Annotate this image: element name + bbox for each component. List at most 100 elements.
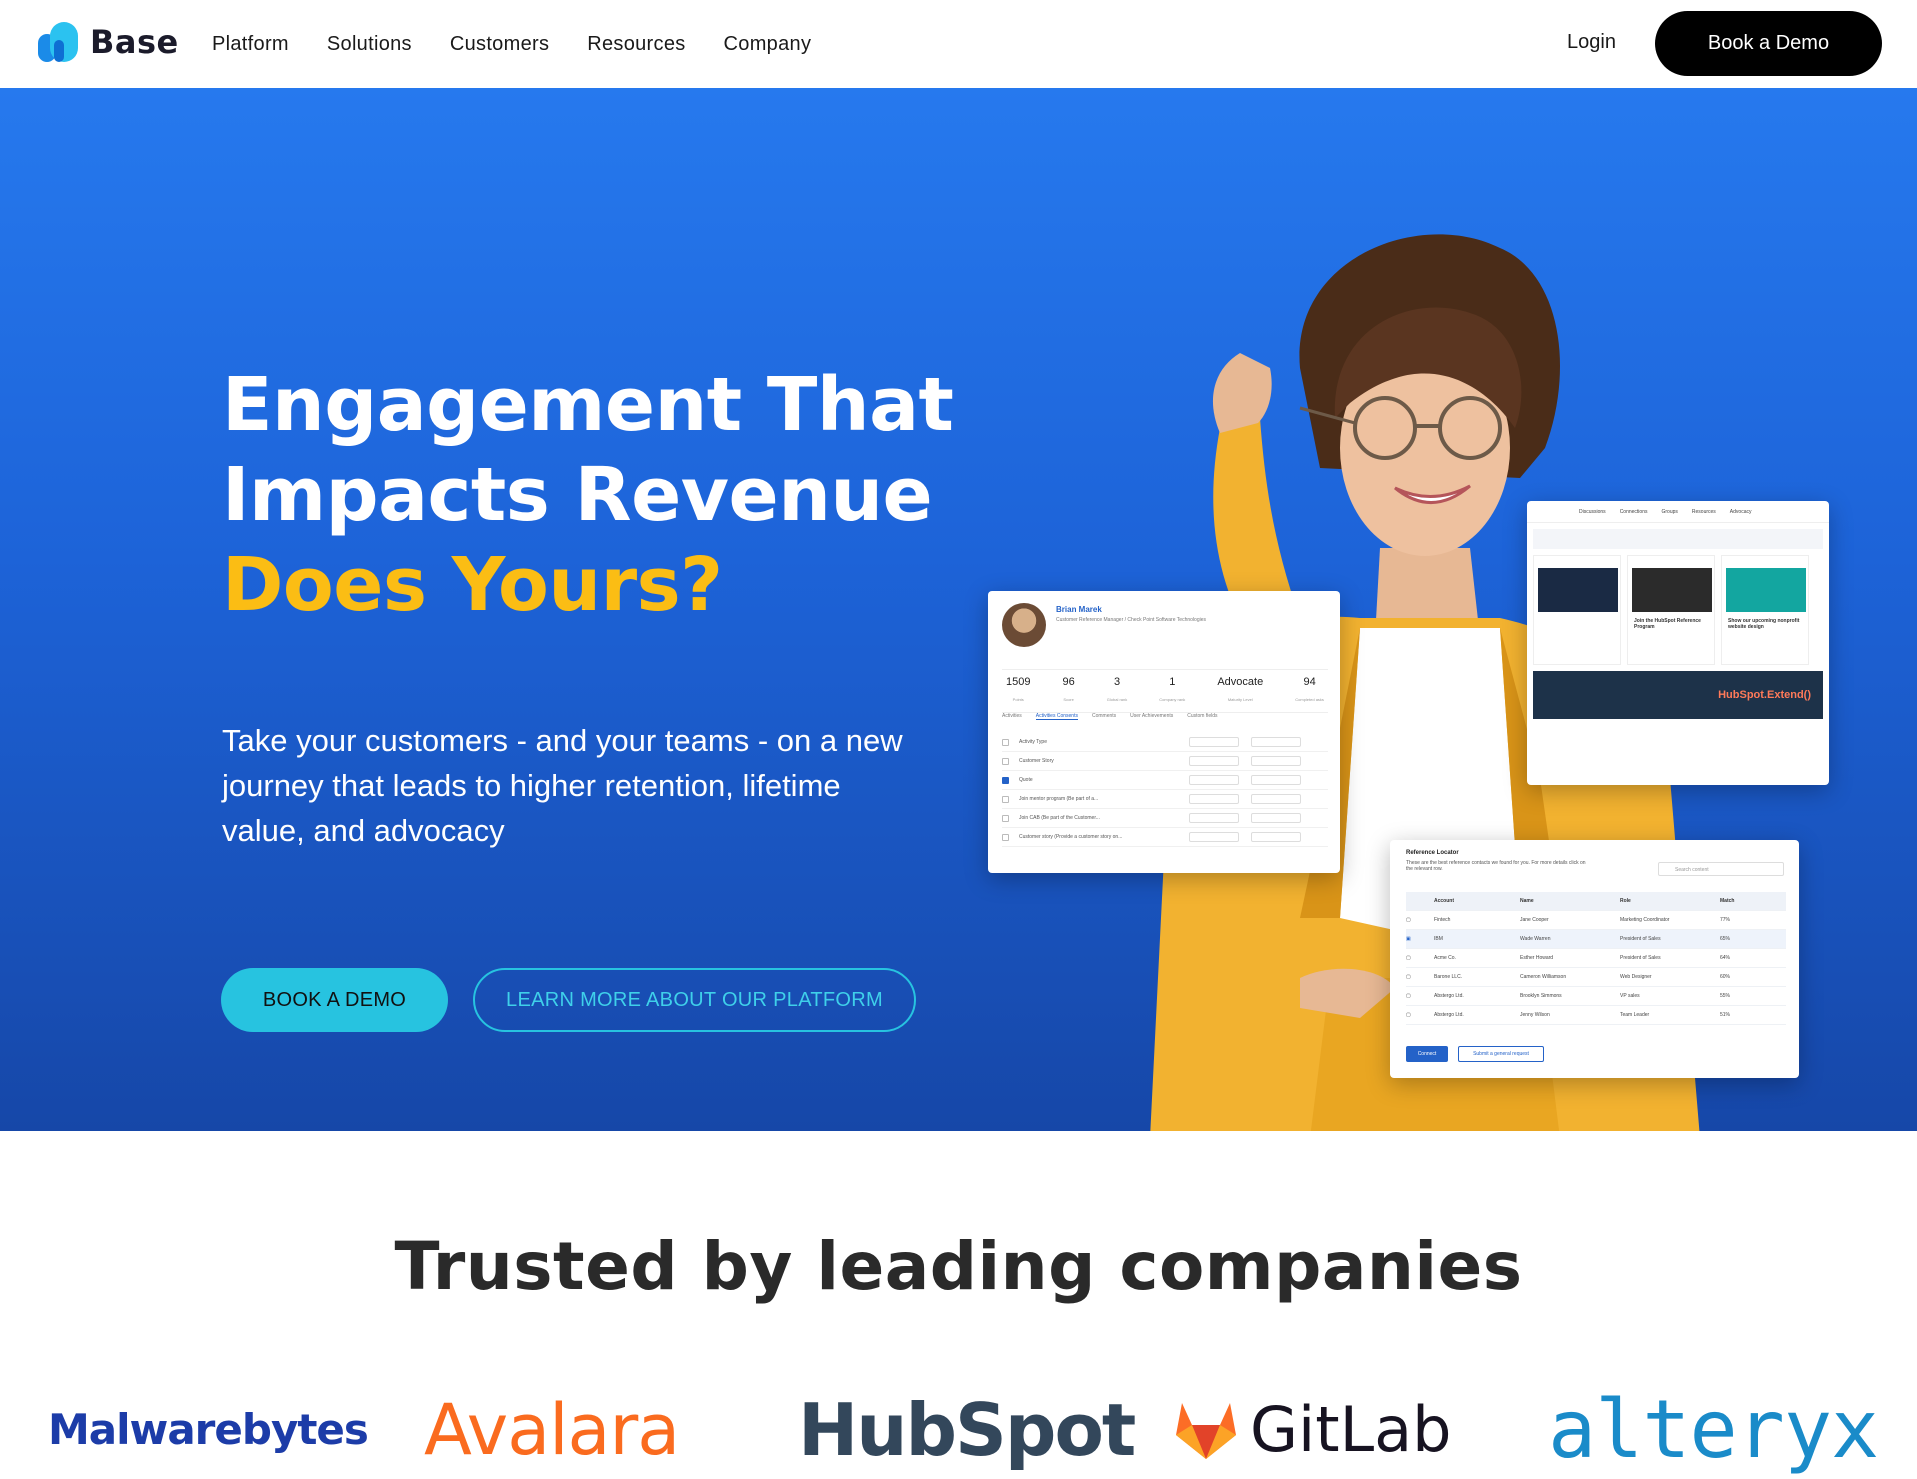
- frequency-select[interactable]: [1189, 832, 1239, 842]
- locator-search-input[interactable]: Search content: [1658, 862, 1784, 876]
- row-checkbox[interactable]: [1002, 757, 1009, 765]
- trusted-title: Trusted by leading companies: [394, 1228, 1523, 1305]
- nav-resources[interactable]: Resources: [587, 33, 685, 56]
- classification-select[interactable]: [1251, 737, 1301, 747]
- row-checkbox[interactable]: [1002, 738, 1009, 746]
- nav-company[interactable]: Company: [724, 33, 812, 56]
- tab-activities-consents[interactable]: Activities Consents: [1035, 713, 1078, 720]
- community-tile[interactable]: Show our upcoming nonprofit website desi…: [1721, 555, 1809, 665]
- col-match: Match: [1720, 898, 1735, 904]
- row-checkbox[interactable]: [1002, 795, 1009, 803]
- hero-book-demo-button[interactable]: BOOK A DEMO: [221, 968, 448, 1032]
- reference-locator-card: Reference Locator These are the best ref…: [1390, 840, 1799, 1078]
- table-row[interactable]: ▢ Fintech Jane Cooper Marketing Coordinator…: [1406, 911, 1786, 930]
- community-tile[interactable]: Join the HubSpot Reference Program: [1627, 555, 1715, 665]
- cell-match: 64%: [1720, 955, 1731, 961]
- malwarebytes-logo: Malwarebytes: [48, 1380, 369, 1479]
- table-row[interactable]: ▢ Barone LLC. Cameron Williamson Web Design…: [1406, 968, 1786, 987]
- cell-name: Cameron Williamson: [1520, 974, 1567, 980]
- community-menu-item[interactable]: Advocacy: [1730, 509, 1752, 515]
- connect-button[interactable]: Connect: [1406, 1046, 1448, 1062]
- classification-select[interactable]: [1251, 756, 1301, 766]
- tab-user-achievements[interactable]: User Achievements: [1130, 713, 1173, 720]
- community-menu-item[interactable]: Discussions: [1579, 509, 1606, 515]
- classification-select[interactable]: [1251, 813, 1301, 823]
- list-item[interactable]: Join CAB (Be part of the Customer...: [1002, 809, 1328, 828]
- cell-account: Abstergo Ltd.: [1434, 993, 1464, 999]
- list-item[interactable]: Customer Story: [1002, 752, 1328, 771]
- locator-title: Reference Locator: [1406, 850, 1459, 856]
- frequency-select[interactable]: [1189, 737, 1239, 747]
- hero-title-line2: Impacts Revenue: [222, 452, 933, 538]
- row-checkbox[interactable]: ▣: [1406, 936, 1420, 942]
- cell-match: 60%: [1720, 974, 1731, 980]
- cell-account: Fintech: [1434, 917, 1451, 923]
- nav-customers[interactable]: Customers: [450, 33, 549, 56]
- tab-activities[interactable]: Activities: [1002, 713, 1022, 720]
- learn-more-button[interactable]: LEARN MORE ABOUT OUR PLATFORM: [473, 968, 916, 1032]
- frequency-select[interactable]: [1189, 813, 1239, 823]
- extend-banner: HubSpot.Extend(): [1533, 671, 1823, 719]
- row-checkbox[interactable]: [1002, 833, 1009, 841]
- logo-text: Avalara: [424, 1388, 680, 1471]
- stat-value: 96: [1062, 676, 1075, 688]
- cell-role: VP sales: [1620, 993, 1640, 999]
- profile-preview-card: Brian Marek Customer Reference Manager /…: [988, 591, 1340, 873]
- classification-select[interactable]: [1251, 832, 1301, 842]
- table-row[interactable]: ▢ Abstergo Ltd. Brooklyn Simmons VP sales 55…: [1406, 987, 1786, 1006]
- nav-platform[interactable]: Platform: [212, 33, 289, 56]
- stat-value: 94: [1303, 676, 1316, 688]
- general-request-button[interactable]: Submit a general request: [1458, 1046, 1544, 1062]
- cell-name: Wade Warren: [1520, 936, 1551, 942]
- row-checkbox[interactable]: ▢: [1406, 917, 1420, 923]
- frequency-select[interactable]: [1189, 756, 1239, 766]
- row-checkbox[interactable]: ▢: [1406, 974, 1420, 980]
- row-checkbox[interactable]: ▢: [1406, 993, 1420, 999]
- tile-title: Join the HubSpot Reference Program: [1634, 618, 1701, 630]
- community-tile[interactable]: [1533, 555, 1621, 665]
- col-account: Account: [1434, 898, 1454, 904]
- book-demo-button[interactable]: Book a Demo: [1655, 11, 1882, 76]
- stat-value: Advocate: [1217, 676, 1264, 688]
- stat-item: 1509 Points: [1006, 676, 1030, 706]
- frequency-select[interactable]: [1189, 794, 1239, 804]
- list-item[interactable]: Activity Type: [1002, 733, 1328, 752]
- community-menu-item[interactable]: Resources: [1692, 509, 1716, 515]
- classification-select[interactable]: [1251, 794, 1301, 804]
- tab-comments[interactable]: Comments: [1092, 713, 1116, 720]
- list-item[interactable]: Quote: [1002, 771, 1328, 790]
- table-row[interactable]: ▢ Abstergo Ltd. Jenny Wilson Team Leader 51%: [1406, 1006, 1786, 1025]
- hero-title-accent: Does Yours?: [222, 542, 723, 628]
- cell-match: 55%: [1720, 993, 1731, 999]
- profile-header: Brian Marek Customer Reference Manager /…: [1002, 603, 1322, 665]
- list-item[interactable]: Join mentor program (Be part of a...: [1002, 790, 1328, 809]
- main-menu: Platform Solutions Customers Resources C…: [212, 0, 811, 88]
- row-checkbox[interactable]: [1002, 776, 1009, 784]
- col-name: Name: [1520, 898, 1534, 904]
- table-row[interactable]: ▣ IBM Wade Warren President of Sales 65%: [1406, 930, 1786, 949]
- gitlab-logo: GitLab: [1174, 1380, 1451, 1479]
- login-link[interactable]: Login: [1567, 31, 1616, 54]
- community-menu-item[interactable]: Connections: [1620, 509, 1648, 515]
- row-checkbox[interactable]: ▢: [1406, 1012, 1420, 1018]
- alteryx-logo: alteryx: [1548, 1380, 1879, 1479]
- customer-logos: Malwarebytes Avalara HubSpot GitLab alte…: [0, 1380, 1917, 1479]
- stat-item: 96 Score: [1063, 676, 1075, 706]
- community-filter-bar[interactable]: [1533, 529, 1823, 549]
- cell-account: Acme Co.: [1434, 955, 1456, 961]
- profile-name: Brian Marek: [1056, 605, 1102, 614]
- classification-select[interactable]: [1251, 775, 1301, 785]
- row-checkbox[interactable]: ▢: [1406, 955, 1420, 961]
- stat-item: 3 Global rank: [1107, 676, 1127, 706]
- community-menu-item[interactable]: Groups: [1661, 509, 1677, 515]
- list-item[interactable]: Customer story (Provide a customer story…: [1002, 828, 1328, 847]
- nav-solutions[interactable]: Solutions: [327, 33, 412, 56]
- col-role: Role: [1620, 898, 1631, 904]
- table-row[interactable]: ▢ Acme Co. Esther Howard President of Sales…: [1406, 949, 1786, 968]
- tab-custom-fields[interactable]: Custom fields: [1187, 713, 1217, 720]
- brand-logo[interactable]: Base: [36, 20, 179, 64]
- frequency-select[interactable]: [1189, 775, 1239, 785]
- stat-label: Company rank: [1159, 697, 1186, 702]
- row-checkbox[interactable]: [1002, 814, 1009, 822]
- cell-account: IBM: [1434, 936, 1443, 942]
